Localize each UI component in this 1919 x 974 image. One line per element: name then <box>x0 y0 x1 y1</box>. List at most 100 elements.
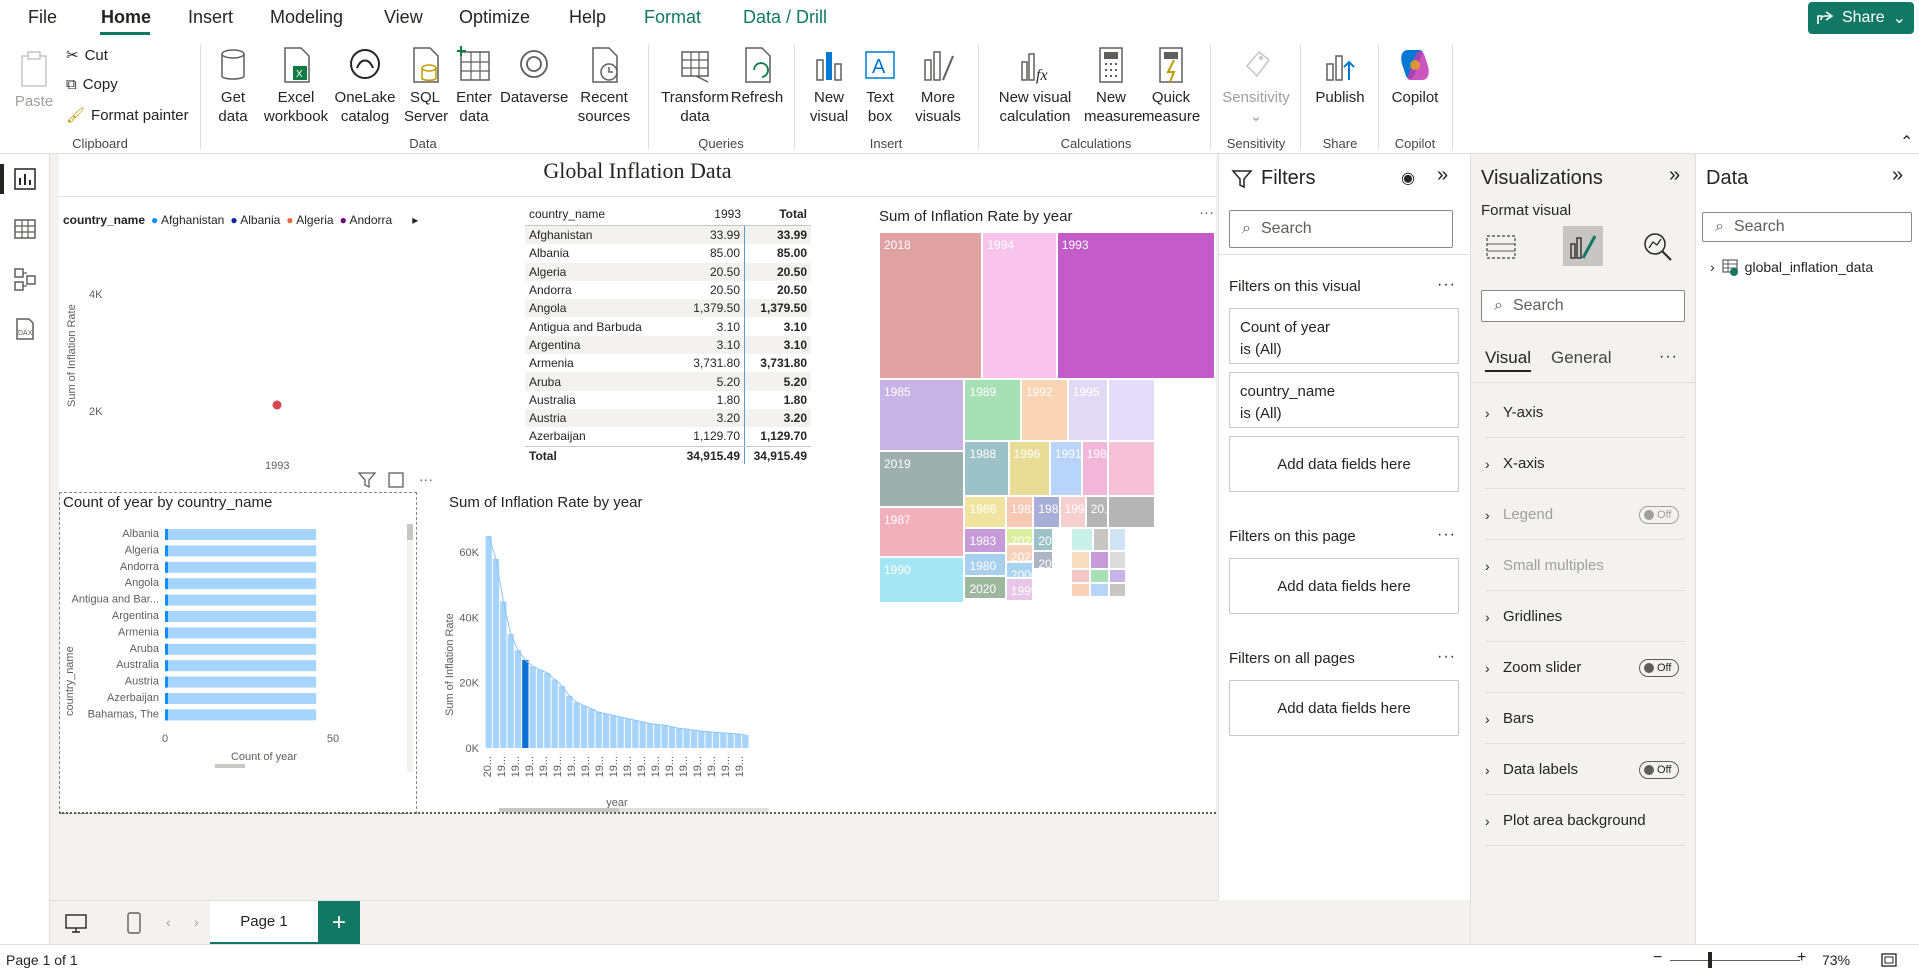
area-bar[interactable] <box>492 558 500 748</box>
area-bar[interactable] <box>646 723 654 748</box>
area-bar[interactable] <box>698 731 705 748</box>
bar-scrollbar[interactable] <box>407 524 413 772</box>
area-bar[interactable] <box>573 702 580 748</box>
treemap-tile[interactable]: 1995 <box>1067 378 1108 441</box>
treemap-tile[interactable]: 1987 <box>879 506 965 558</box>
legend-next-icon[interactable]: ▸ <box>412 213 418 227</box>
area-chart[interactable]: Sum of Inflation Rate60K40K20K0K20... 19.… <box>439 516 769 812</box>
area-bar[interactable] <box>529 666 536 748</box>
area-bar[interactable] <box>705 731 712 748</box>
treemap-tile[interactable] <box>1107 495 1155 528</box>
bar[interactable] <box>165 594 317 606</box>
menu-tab-home[interactable]: Home <box>101 7 151 28</box>
treemap-chart[interactable]: 2018 1994 1993 1985 1989 1992 1995 2019 1988 1996… <box>879 232 1216 812</box>
filter-card-country-name[interactable]: country_name is (All) <box>1229 372 1459 428</box>
treemap-tile[interactable]: 2023 <box>1005 527 1034 545</box>
text-box-button[interactable]: A Text box <box>858 46 902 126</box>
treemap-tile[interactable]: 1982 <box>1005 495 1034 528</box>
build-visual-icon[interactable] <box>1483 230 1519 262</box>
treemap-tile[interactable]: 1996 <box>1008 440 1050 496</box>
desktop-layout-icon[interactable] <box>64 913 88 933</box>
treemap-tile[interactable] <box>1070 527 1093 551</box>
menu-tab-help[interactable]: Help <box>569 7 606 28</box>
model-view-icon[interactable] <box>12 266 38 292</box>
more-options-icon[interactable]: ··· <box>1437 526 1456 544</box>
bar[interactable] <box>165 578 317 590</box>
treemap-tile[interactable] <box>1070 550 1090 570</box>
treemap-tile[interactable]: 1993 <box>1056 232 1215 379</box>
excel-workbook-button[interactable]: X Excel workbook <box>262 46 330 126</box>
treemap-tile[interactable]: 2019 <box>879 451 965 507</box>
treemap-tile[interactable] <box>1107 440 1155 496</box>
format-section-legend[interactable]: › Legend Off <box>1485 490 1685 540</box>
tab-visual[interactable]: Visual <box>1485 348 1531 372</box>
table-row[interactable]: Algeria 20.50 20.50 <box>525 262 811 281</box>
cut-button[interactable]: ✂ Cut <box>66 46 108 65</box>
treemap-tile[interactable]: 20... <box>1033 550 1053 570</box>
toggle-switch[interactable]: Off <box>1639 506 1679 524</box>
format-section-data-labels[interactable]: › Data labels Off <box>1485 745 1685 795</box>
table-row[interactable]: Antigua and Barbuda 3.10 3.10 <box>525 317 811 336</box>
area-bar[interactable] <box>690 730 698 748</box>
more-options-icon[interactable]: ··· <box>1199 204 1214 221</box>
treemap-tile[interactable]: 20... <box>1085 495 1108 528</box>
zoom-slider-thumb[interactable] <box>1708 952 1712 968</box>
visualizations-search-input[interactable]: ⌕ Search <box>1481 290 1685 322</box>
bar-h-scrollbar[interactable] <box>215 764 245 768</box>
treemap-tile[interactable]: 1985 <box>879 378 965 451</box>
menu-tab-optimize[interactable]: Optimize <box>459 7 530 28</box>
area-bar[interactable] <box>727 733 734 748</box>
collapse-ribbon-icon[interactable]: ⌃ <box>1900 132 1913 152</box>
zoom-in-icon[interactable]: + <box>1797 949 1806 967</box>
treemap-tile[interactable]: 1988 <box>964 440 1009 496</box>
area-bar[interactable] <box>602 713 610 748</box>
more-options-icon[interactable]: ··· <box>419 471 433 487</box>
menu-tab-format[interactable]: Format <box>644 7 701 28</box>
zoom-out-icon[interactable]: − <box>1653 949 1662 967</box>
quick-measure-button[interactable]: Quick measure <box>1140 46 1202 126</box>
bar-chart[interactable]: country_name Albania Algeria Andorra Angola A… <box>59 516 417 812</box>
more-options-icon[interactable]: ··· <box>1437 276 1456 294</box>
format-section-y-axis[interactable]: › Y-axis <box>1485 388 1685 438</box>
bar[interactable] <box>165 627 317 639</box>
data-table-item[interactable]: › global_inflation_data <box>1710 258 1873 276</box>
treemap-tile[interactable]: 1981 <box>1033 495 1060 528</box>
treemap-tile[interactable] <box>1089 550 1110 570</box>
area-bar[interactable] <box>676 728 683 748</box>
area-bar[interactable] <box>500 601 507 748</box>
treemap-tile[interactable]: 2022 <box>1005 544 1034 563</box>
area-bar[interactable] <box>624 718 632 748</box>
transform-data-button[interactable]: Transform data <box>658 46 732 126</box>
treemap-tile[interactable] <box>1109 550 1126 570</box>
mobile-layout-icon[interactable] <box>126 911 142 935</box>
menu-tab-view[interactable]: View <box>384 7 423 28</box>
area-bar[interactable] <box>522 659 529 748</box>
format-painter-button[interactable]: 🖌 Format painter <box>66 106 189 125</box>
area-bar[interactable] <box>720 732 727 748</box>
menu-tab-file[interactable]: File <box>28 7 57 28</box>
treemap-tile[interactable]: 1999 <box>1005 578 1034 602</box>
table-row[interactable]: Armenia 3,731.80 3,731.80 <box>525 354 811 373</box>
format-section-small-multiples[interactable]: › Small multiples <box>1485 541 1685 591</box>
filter-card-count-of-year[interactable]: Count of year is (All) <box>1229 308 1459 364</box>
publish-button[interactable]: Publish <box>1310 46 1370 107</box>
collapse-pane-icon[interactable]: » <box>1437 164 1448 187</box>
treemap-tile[interactable]: 1984 <box>1081 440 1108 496</box>
get-data-button[interactable]: Get data <box>208 46 258 126</box>
table-row[interactable]: Afghanistan 33.99 33.99 <box>525 226 811 245</box>
add-visual-filter-field[interactable]: Add data fields here <box>1229 436 1459 492</box>
share-button[interactable]: Share ⌄ <box>1808 2 1914 34</box>
area-bar[interactable] <box>514 650 522 748</box>
more-options-icon[interactable]: ··· <box>1437 648 1456 666</box>
bar[interactable] <box>165 545 317 557</box>
legend-item[interactable]: ● Albania <box>230 213 280 227</box>
area-bar[interactable] <box>507 633 514 748</box>
area-bar[interactable] <box>617 717 624 748</box>
recent-sources-button[interactable]: Recent sources <box>570 46 638 126</box>
more-visuals-button[interactable]: More visuals <box>908 46 968 126</box>
area-bar[interactable] <box>632 720 639 748</box>
legend-item[interactable]: ● Algeria <box>286 213 333 227</box>
treemap-tile[interactable] <box>1070 569 1090 583</box>
more-options-icon[interactable]: ··· <box>1659 348 1678 366</box>
table-row[interactable]: Aruba 5.20 5.20 <box>525 372 811 391</box>
